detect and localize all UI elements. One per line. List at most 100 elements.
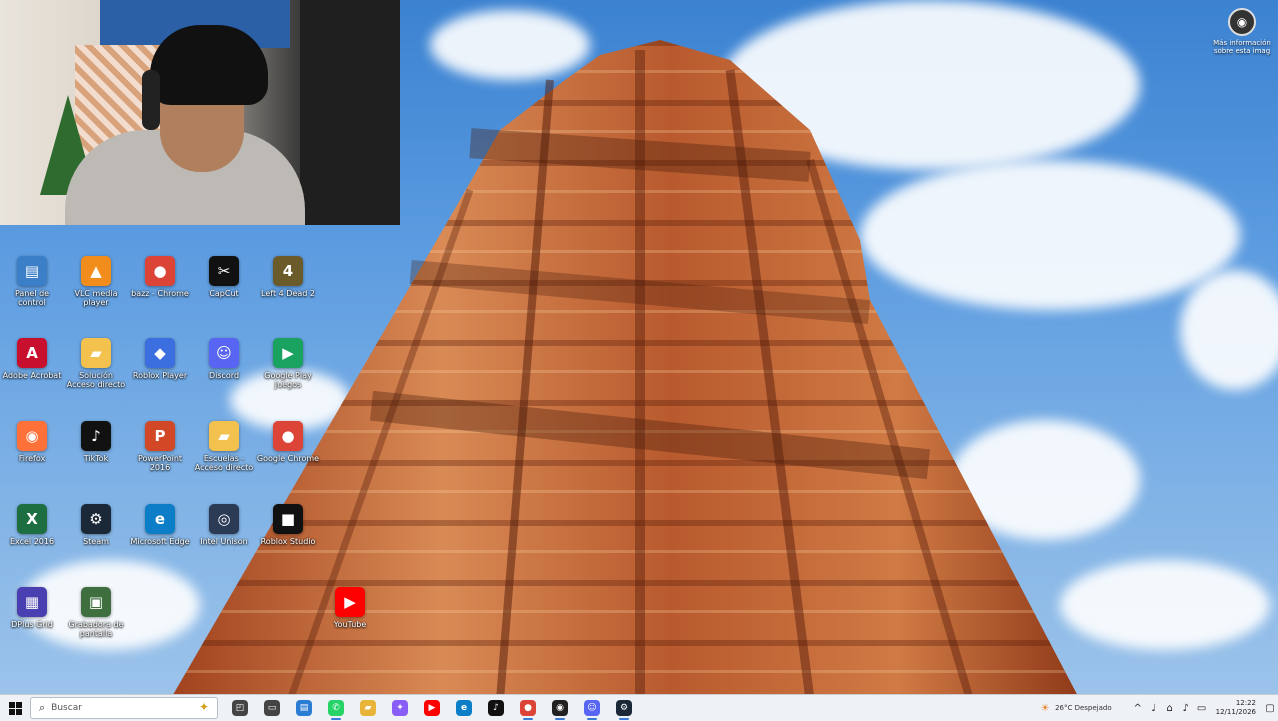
windows-icon xyxy=(8,701,22,715)
tiktok-icon: ♪ xyxy=(488,700,504,716)
taskbar-app-button[interactable]: ▭ xyxy=(256,695,288,721)
desktop-icon-label: Adobe Acrobat xyxy=(2,371,62,380)
desktop-icon[interactable]: ♪ TikTok xyxy=(64,421,128,463)
start-button[interactable] xyxy=(0,695,30,721)
volume-icon[interactable]: ♪ xyxy=(1178,695,1194,721)
edge-icon: e xyxy=(145,504,175,534)
taskbar-app-button[interactable]: ♪ xyxy=(480,695,512,721)
firefox-icon: ◉ xyxy=(17,421,47,451)
taskbar-app-button[interactable]: ▤ xyxy=(288,695,320,721)
discord-icon: ☺ xyxy=(584,700,600,716)
unison-icon: ◎ xyxy=(209,504,239,534)
webcam-overlay xyxy=(0,0,400,225)
taskbar-app-button[interactable]: ▶ xyxy=(416,695,448,721)
cloud xyxy=(1060,560,1270,650)
desktop-icon[interactable]: P PowerPoint 2016 xyxy=(128,421,192,472)
taskbar-app-button[interactable]: ✦ xyxy=(384,695,416,721)
desktop-icon[interactable]: ● Google Chrome xyxy=(256,421,320,463)
desktop-icon-label: Grabadora de pantalla xyxy=(68,620,124,638)
taskbar-apps: ◰ ▭ ▤ ✆ ▰ ✦ ▶ e ♪ ● ◉ ☺ ⚙ xyxy=(224,695,640,721)
desktop-icon-label: YouTube xyxy=(333,620,367,629)
obs-icon: ◉ xyxy=(552,700,568,716)
taskbar-search-box[interactable]: ⌕ Buscar ✦ xyxy=(30,697,218,719)
desktop-icon-label: CapCut xyxy=(209,289,239,298)
desktop-icon[interactable]: ▲ VLC media player xyxy=(64,256,128,307)
desktop-icon-label: PowerPoint 2016 xyxy=(137,454,183,472)
desktop-icon[interactable]: 4 Left 4 Dead 2 xyxy=(256,256,320,298)
desktop-icon[interactable]: ◆ Roblox Player xyxy=(128,338,192,380)
excel-icon: X xyxy=(17,504,47,534)
desktop-icon[interactable]: ▶ YouTube xyxy=(318,587,382,629)
taskbar: ⌕ Buscar ✦ ◰ ▭ ▤ ✆ ▰ ✦ ▶ e ♪ ● ◉ ☺ ⚙ ☀ 26°C Despejad… xyxy=(0,694,1278,721)
desktop-icon[interactable]: ▰ Escuelas - Acceso directo xyxy=(192,421,256,472)
roblox-studio-icon: ■ xyxy=(273,504,303,534)
desktop-icon[interactable]: e Microsoft Edge xyxy=(128,504,192,546)
desktop-icon-label: Microsoft Edge xyxy=(130,537,190,546)
chrome-icon: ● xyxy=(520,700,536,716)
desktop-icon-label: Left 4 Dead 2 xyxy=(261,289,315,298)
desktop-icon-label: Google Play Juegos xyxy=(264,371,312,389)
cloud xyxy=(1180,270,1278,390)
clock[interactable]: 12:22 12/11/2026 xyxy=(1210,699,1262,717)
desktop-icon-label: Google Chrome xyxy=(256,454,320,463)
desktop-icon-label: VLC media player xyxy=(74,289,118,307)
desktop-icon-label: DPlus Grid xyxy=(11,620,53,629)
learn-about-image-button[interactable]: ◉ Más información sobre esta imag xyxy=(1212,8,1272,55)
battery-icon[interactable]: ▭ xyxy=(1194,695,1210,721)
desktop-icon[interactable]: ▣ Grabadora de pantalla xyxy=(64,587,128,638)
desktop-icon[interactable]: A Adobe Acrobat xyxy=(0,338,64,380)
desktop-icon[interactable]: ■ Roblox Studio xyxy=(256,504,320,546)
desktop-icon-label: Firefox xyxy=(18,454,46,463)
network-icon[interactable]: ⌂ xyxy=(1162,695,1178,721)
whatsapp-icon: ✆ xyxy=(328,700,344,716)
desktop-icon-label: Solución Acceso directo xyxy=(66,371,126,389)
task-view-icon: ◰ xyxy=(232,700,248,716)
desktop-icon[interactable]: ◉ Firefox xyxy=(0,421,64,463)
dplus-icon: ▦ xyxy=(17,587,47,617)
control-panel-icon: ▤ xyxy=(17,256,47,286)
camera-icon: ◉ xyxy=(1228,8,1256,36)
chevron-up-icon[interactable]: ^ xyxy=(1130,695,1146,721)
desktop-icon[interactable]: ▤ Panel de control xyxy=(0,256,64,307)
discord-icon: ☺ xyxy=(209,338,239,368)
system-tray: ☀ 26°C Despejado ^ ♩ ⌂ ♪ ▭ 12:22 12/11/2… xyxy=(1037,695,1278,721)
webcam-headset xyxy=(142,70,160,130)
desktop-icon[interactable]: ● bazz - Chrome xyxy=(128,256,192,298)
desktop-icon[interactable]: ▦ DPlus Grid xyxy=(0,587,64,629)
folder-icon: ▰ xyxy=(81,338,111,368)
taskbar-app-button[interactable]: e xyxy=(448,695,480,721)
search-placeholder: Buscar xyxy=(51,703,82,713)
desktop-icon[interactable]: ▰ Solución Acceso directo xyxy=(64,338,128,389)
roblox-icon: ◆ xyxy=(145,338,175,368)
taskbar-app-button[interactable]: ◰ xyxy=(224,695,256,721)
desktop-icon-label: Roblox Studio xyxy=(260,537,316,546)
desktop-icon-label: Excel 2016 xyxy=(9,537,55,546)
desktop-icon[interactable]: X Excel 2016 xyxy=(0,504,64,546)
capcut-icon: ✂ xyxy=(209,256,239,286)
steam-icon: ⚙ xyxy=(616,700,632,716)
taskbar-app-button[interactable]: ◉ xyxy=(544,695,576,721)
desktop-icon[interactable]: ▶ Google Play Juegos xyxy=(256,338,320,389)
powerpoint-icon: P xyxy=(145,421,175,451)
search-icon: ⌕ xyxy=(39,701,46,714)
weather-icon[interactable]: ☀ xyxy=(1037,695,1053,721)
taskbar-app-button[interactable]: ☺ xyxy=(576,695,608,721)
left4dead-icon: 4 xyxy=(273,256,303,286)
desktop-icon[interactable]: ☺ Discord xyxy=(192,338,256,380)
acrobat-icon: A xyxy=(17,338,47,368)
taskbar-app-button[interactable]: ● xyxy=(512,695,544,721)
desktop-icon-label: Panel de control xyxy=(14,289,50,307)
weather-text[interactable]: 26°C Despejado xyxy=(1053,704,1130,712)
taskbar-app-button[interactable]: ⚙ xyxy=(608,695,640,721)
desktop-icon-label: bazz - Chrome xyxy=(131,289,189,298)
desktop-icon[interactable]: ◎ Intel Unison xyxy=(192,504,256,546)
desktop-icon[interactable]: ✂ CapCut xyxy=(192,256,256,298)
taskbar-app-button[interactable]: ▰ xyxy=(352,695,384,721)
desktop-icon[interactable]: ⚙ Steam xyxy=(64,504,128,546)
vlc-icon: ▲ xyxy=(81,256,111,286)
microphone-icon[interactable]: ♩ xyxy=(1146,695,1162,721)
webcam-person-hair xyxy=(150,25,268,105)
notifications-icon[interactable]: ▢ xyxy=(1262,695,1278,721)
widgets-icon: ▭ xyxy=(264,700,280,716)
taskbar-app-button[interactable]: ✆ xyxy=(320,695,352,721)
